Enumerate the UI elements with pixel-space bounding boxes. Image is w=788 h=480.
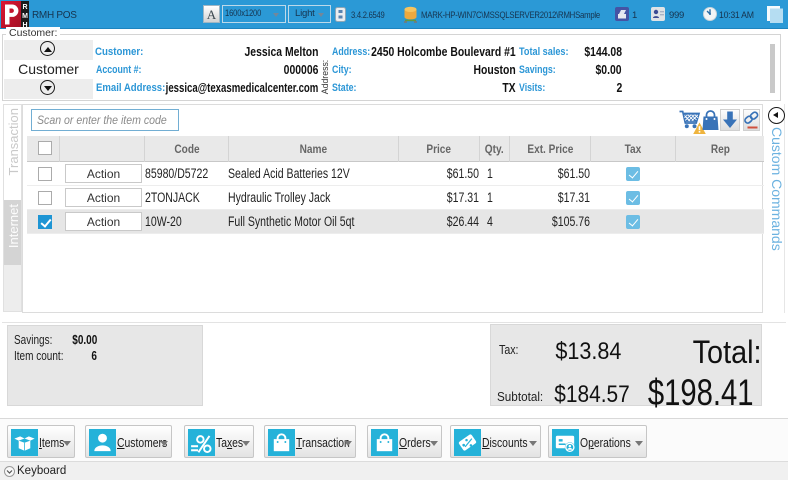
svg-text:R: R	[22, 4, 27, 11]
svg-text:M: M	[22, 13, 28, 20]
